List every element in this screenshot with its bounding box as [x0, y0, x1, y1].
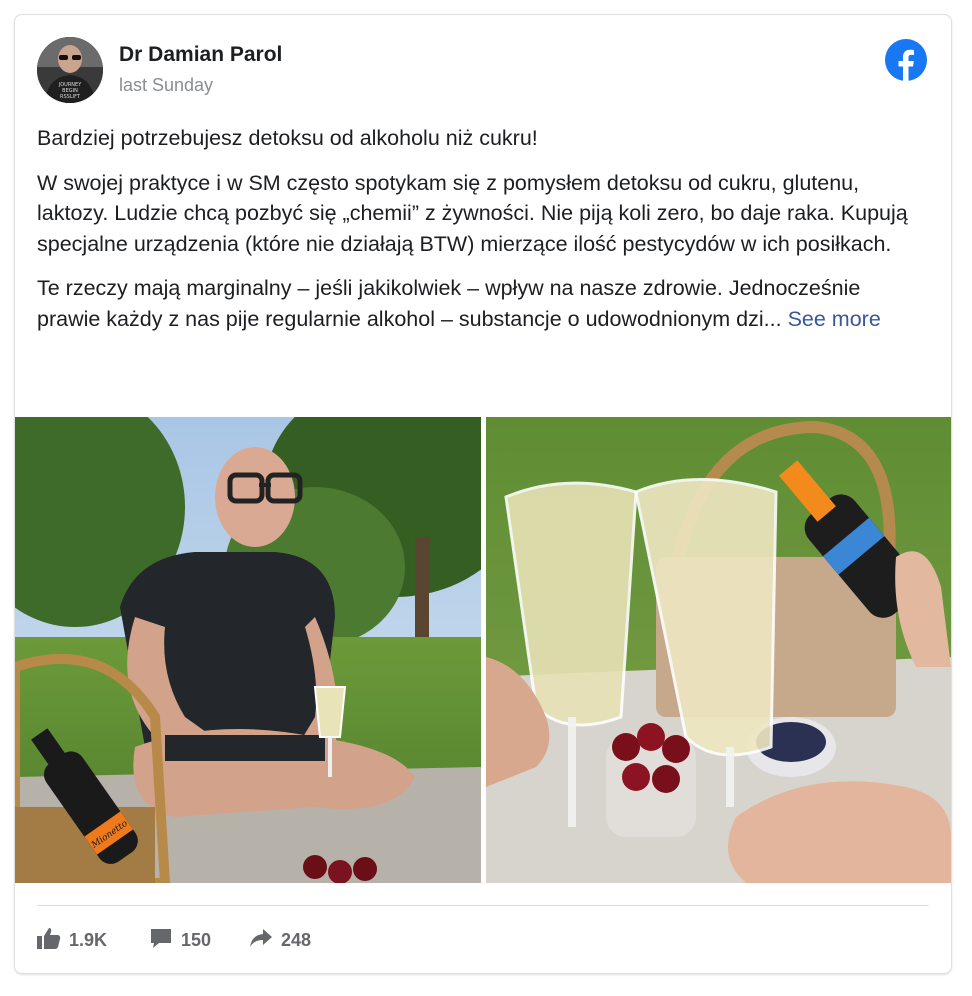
share-icon [249, 927, 273, 954]
like-icon [37, 927, 61, 954]
author-avatar[interactable]: JOURNEY BEGIN RSSLIFT [37, 37, 103, 103]
see-more-link[interactable]: See more [788, 307, 881, 331]
comments-stat[interactable]: 150 [149, 925, 211, 955]
post-text: Bardziej potrzebujesz detoksu od alkohol… [37, 123, 927, 348]
post-paragraph: W swojej praktyce i w SM często spotykam… [37, 170, 908, 256]
post-timestamp[interactable]: last Sunday [119, 75, 213, 96]
photo-man-picnic[interactable]: Mionetto [15, 417, 481, 883]
footer-divider [37, 905, 929, 906]
post-paragraph: Bardziej potrzebujesz detoksu od alkohol… [37, 126, 538, 150]
facebook-logo-icon[interactable] [885, 39, 927, 81]
shares-stat[interactable]: 248 [249, 925, 311, 955]
post-stats: 1.9K 150 248 [37, 925, 537, 955]
photo-champagne-toast-icon [486, 417, 951, 883]
svg-text:RSSLIFT: RSSLIFT [60, 94, 81, 100]
comments-count: 150 [181, 929, 212, 950]
likes-count: 1.9K [69, 929, 108, 950]
author-name[interactable]: Dr Damian Parol [119, 43, 282, 67]
photo-champagne-toast[interactable] [486, 417, 951, 883]
post-paragraph-text: Te rzeczy mają marginalny – jeśli jakiko… [37, 276, 861, 331]
photo-grid: Mionetto [15, 417, 951, 883]
photo-man-picnic-icon: Mionetto [15, 417, 481, 883]
shares-count: 248 [281, 929, 312, 950]
post-header: JOURNEY BEGIN RSSLIFT Dr Damian Parol la… [37, 37, 927, 103]
post-paragraph: Te rzeczy mają marginalny – jeśli jakiko… [37, 273, 927, 334]
post-card: JOURNEY BEGIN RSSLIFT Dr Damian Parol la… [14, 14, 952, 974]
likes-stat[interactable]: 1.9K [37, 925, 107, 955]
comment-icon [149, 927, 173, 954]
avatar-image: JOURNEY BEGIN RSSLIFT [37, 37, 103, 103]
